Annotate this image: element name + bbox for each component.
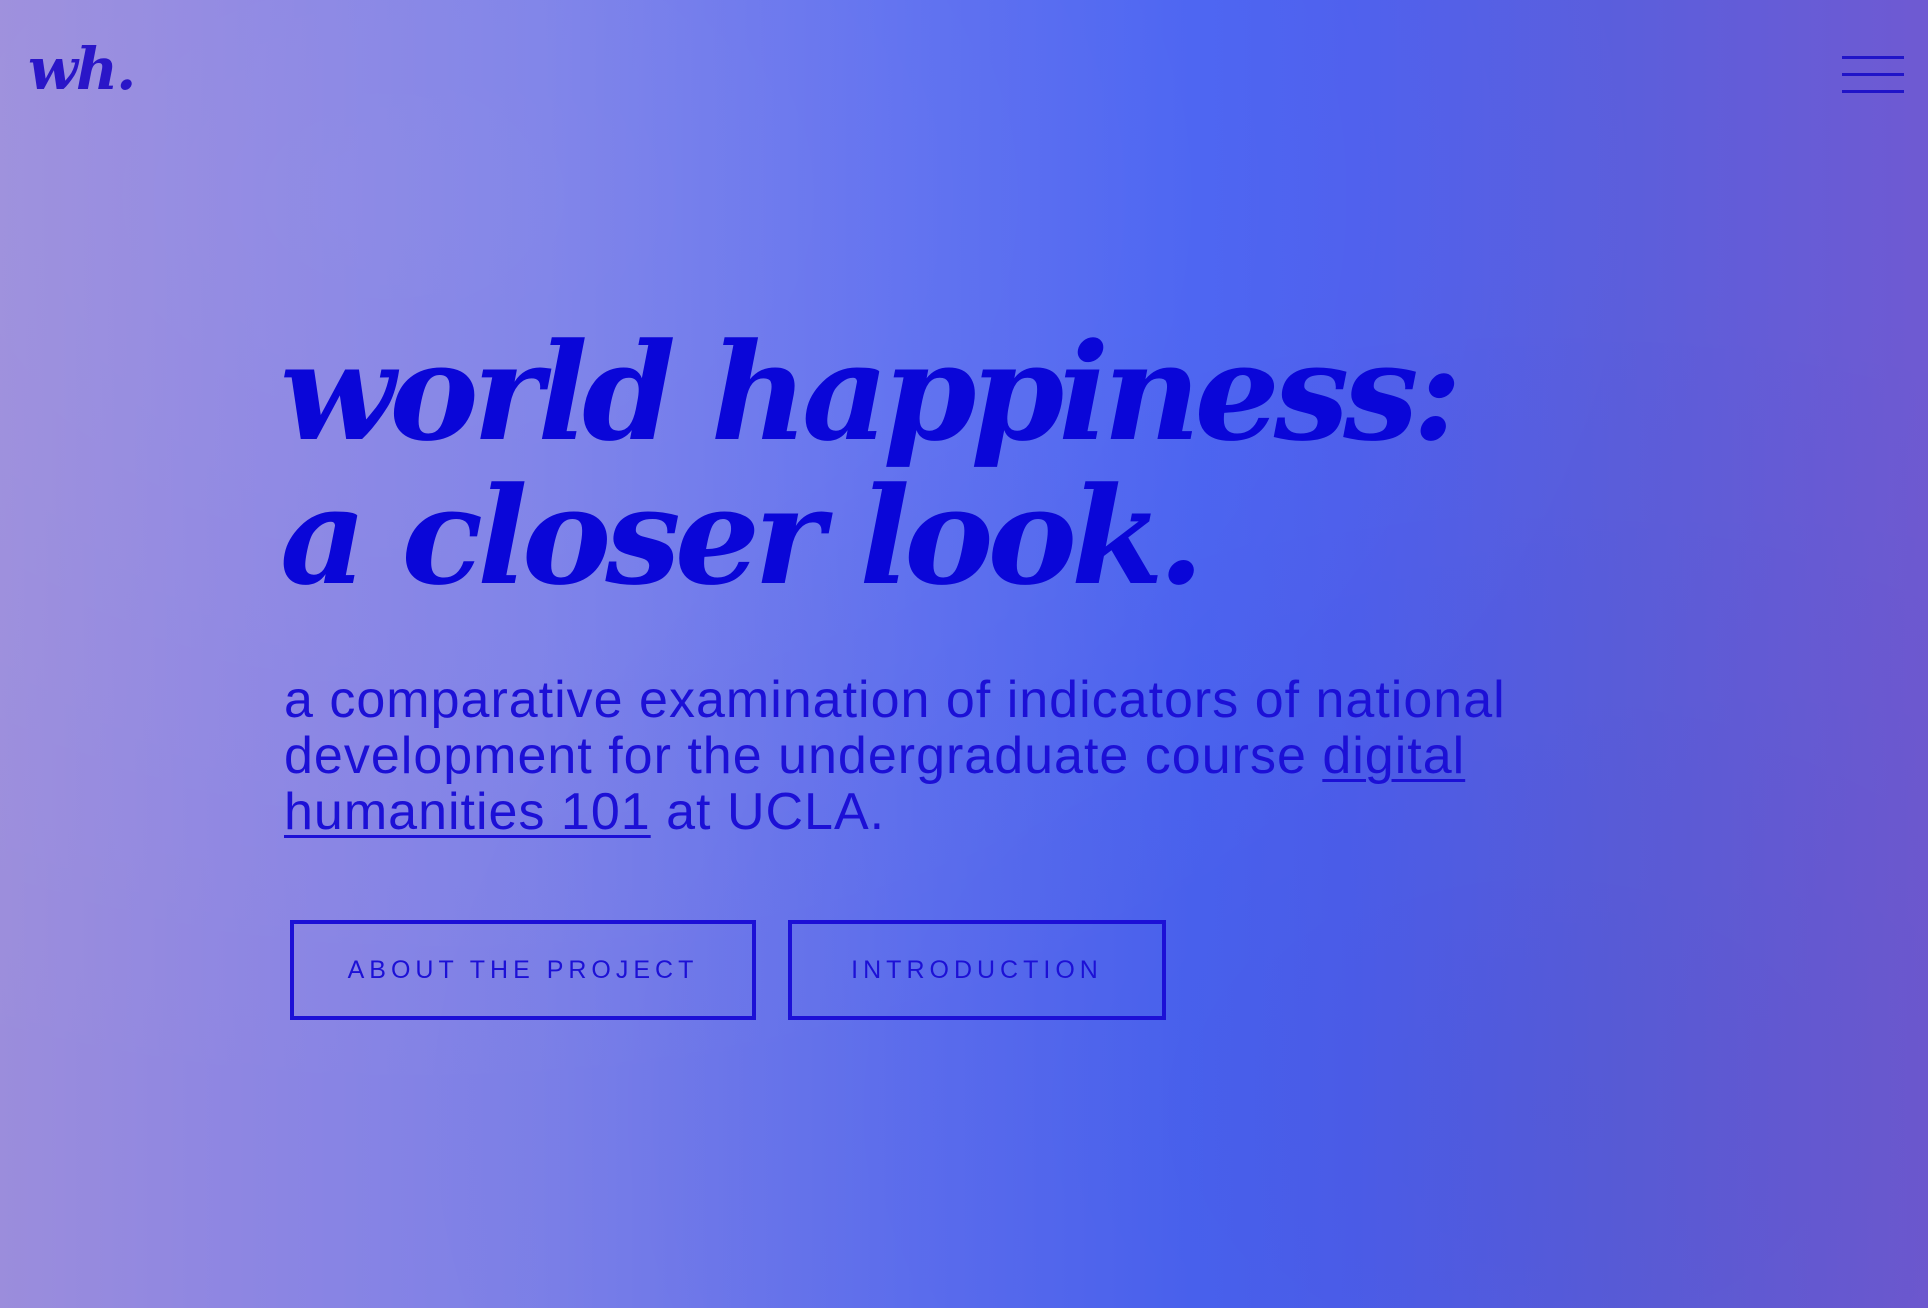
- menu-bar-top: [1842, 56, 1904, 59]
- about-the-project-button[interactable]: ABOUT THE PROJECT: [290, 920, 756, 1020]
- page-title: world happiness: a closer look.: [280, 320, 1700, 608]
- menu-bar-bottom: [1842, 90, 1904, 93]
- title-line-2: a closer look.: [280, 457, 1204, 615]
- hamburger-menu-icon[interactable]: [1842, 56, 1904, 96]
- hero-section: world happiness: a closer look. a compar…: [280, 320, 1700, 840]
- title-line-1: world happiness:: [280, 313, 1462, 471]
- hero-actions: ABOUT THE PROJECT INTRODUCTION: [290, 920, 1166, 1020]
- menu-bar-middle: [1842, 73, 1904, 76]
- hero-description: a comparative examination of indicators …: [284, 672, 1704, 840]
- description-suffix: at UCLA.: [650, 783, 886, 841]
- site-logo[interactable]: wh.: [28, 40, 136, 98]
- introduction-button[interactable]: INTRODUCTION: [788, 920, 1166, 1020]
